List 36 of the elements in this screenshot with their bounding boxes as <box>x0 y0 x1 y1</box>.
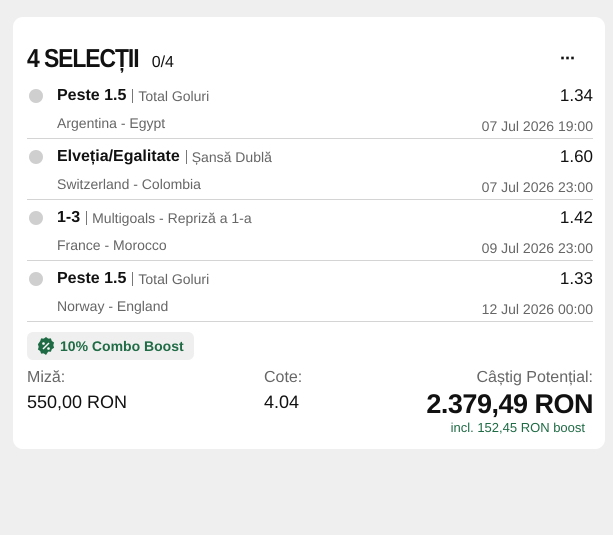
status-dot-icon <box>29 272 43 286</box>
selection-odds: 1.60 <box>560 147 593 167</box>
status-dot-icon <box>29 89 43 103</box>
selection-count: 0/4 <box>152 54 174 72</box>
match-date: 09 Jul 2026 23:00 <box>482 240 593 256</box>
match-name: Switzerland - Colombia <box>57 176 201 192</box>
match-date: 07 Jul 2026 19:00 <box>482 118 593 134</box>
match-name: France - Morocco <box>57 237 167 253</box>
match-date: 12 Jul 2026 00:00 <box>482 301 593 317</box>
percent-badge-icon <box>37 337 55 355</box>
match-name: Norway - England <box>57 298 168 314</box>
stake-amount: 550,00 RON <box>27 392 128 413</box>
market-name: Șansă Dublă <box>192 149 272 165</box>
combo-boost-badge: 10% Combo Boost <box>27 332 194 360</box>
total-odds: 4.04 <box>264 392 300 413</box>
selection-odds: 1.34 <box>560 86 593 106</box>
match-date: 07 Jul 2026 23:00 <box>482 179 593 195</box>
selection-pick: Peste 1.5 <box>57 87 126 105</box>
status-dot-icon <box>29 211 43 225</box>
selection-pick: Elveția/Egalitate <box>57 148 180 166</box>
odds-label: Cote: <box>264 369 304 387</box>
selection-pick: Peste 1.5 <box>57 270 126 288</box>
selection-pick: 1-3 <box>57 209 80 227</box>
potential-win-label: Câștig Potențial: <box>476 369 593 387</box>
market-name: Total Goluri <box>138 88 210 104</box>
market-name: Multigoals - Repriză a 1-a <box>92 210 252 226</box>
menu-button[interactable]: ··· <box>560 48 575 69</box>
boost-note: incl. 152,45 RON boost <box>450 420 585 435</box>
match-name: Argentina - Egypt <box>57 115 166 131</box>
selection-odds: 1.33 <box>560 269 593 289</box>
potential-win-amount: 2.379,49 RON <box>426 389 593 420</box>
status-dot-icon <box>29 150 43 164</box>
selection-odds: 1.42 <box>560 208 593 228</box>
market-name: Total Goluri <box>138 271 210 287</box>
slip-title: 4 SELECȚII <box>27 43 138 74</box>
stake-label: Miză: <box>27 369 66 387</box>
